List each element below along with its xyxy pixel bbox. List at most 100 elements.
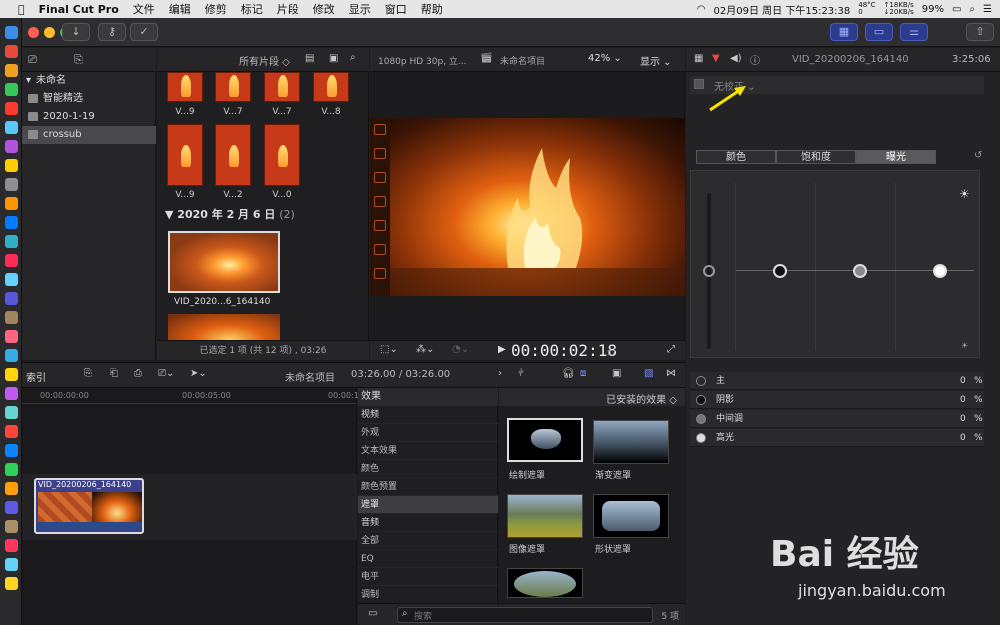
menubar-clock[interactable]: 02月09日 周日 下午15:23:38	[714, 2, 851, 17]
param-row-highlights[interactable]: 高光 0 %	[690, 429, 984, 447]
dock-app-icon[interactable]	[5, 577, 18, 590]
overwrite-icon[interactable]: ⎚⌄	[158, 368, 174, 379]
dock-app-icon[interactable]	[5, 216, 18, 229]
dock-app-icon[interactable]	[5, 273, 18, 286]
dock-app-icon[interactable]	[5, 83, 18, 96]
timecode-display[interactable]: 00:00:02:18	[511, 341, 617, 360]
dock-app-icon[interactable]	[5, 26, 18, 39]
param-value[interactable]: 0	[960, 410, 966, 428]
dock-app-icon[interactable]	[5, 197, 18, 210]
timeline[interactable]: 00:00:00:00 00:00:05:00 00:00:1 VID_2020…	[22, 388, 359, 625]
library-item-smart-collections[interactable]: 智能精选	[22, 90, 156, 108]
video-frame[interactable]	[390, 118, 685, 296]
skimming-icon[interactable]: ⫩	[518, 368, 524, 379]
share-button[interactable]: ⇧	[966, 23, 994, 41]
midtones-puck[interactable]	[853, 264, 867, 278]
clip-thumbnail[interactable]	[264, 72, 300, 102]
reset-icon[interactable]: ↺	[974, 150, 982, 161]
library-item-crossub[interactable]: crossub	[22, 126, 156, 144]
param-value[interactable]: 0	[960, 429, 966, 447]
category-modulation[interactable]: 调制	[358, 586, 498, 604]
dock-app-icon[interactable]	[5, 311, 18, 324]
effects-browser-icon[interactable]: ▧	[644, 368, 653, 379]
exposure-board[interactable]: ☀ ☀	[690, 170, 980, 358]
dock-app-icon[interactable]	[5, 539, 18, 552]
dock-app-icon[interactable]	[5, 406, 18, 419]
menu-modify[interactable]: 修改	[313, 1, 335, 17]
select-tool-icon[interactable]: ➤⌄	[190, 368, 207, 379]
menu-file[interactable]: 文件	[133, 1, 155, 17]
dock-app-icon[interactable]	[5, 64, 18, 77]
clip-thumbnail[interactable]	[215, 72, 251, 102]
param-row-midtones[interactable]: 中间调 0 %	[690, 410, 984, 428]
clip-filter-dropdown[interactable]: 所有片段 ◇	[239, 53, 290, 68]
category-looks[interactable]: 外观	[358, 424, 498, 442]
param-row-master[interactable]: 主 0 %	[690, 372, 984, 390]
speed-icon[interactable]: ◔⌄	[452, 344, 469, 355]
libraries-icon[interactable]: ⎚	[28, 53, 37, 67]
insert-icon[interactable]: ⎗	[110, 368, 118, 379]
view-dropdown[interactable]: 显示 ⌄	[640, 53, 672, 68]
dock-app-icon[interactable]	[5, 235, 18, 248]
library-item-event-2020-1-19[interactable]: 2020-1-19	[22, 108, 156, 126]
video-inspector-icon[interactable]: ▦	[694, 53, 703, 64]
dock-app-icon[interactable]	[5, 463, 18, 476]
audio-skimming-icon[interactable]: ⧈	[580, 368, 586, 379]
dock-app-icon[interactable]	[5, 501, 18, 514]
dock-app-icon[interactable]	[5, 349, 18, 362]
battery-icon[interactable]: ▭	[952, 4, 961, 15]
menu-mark[interactable]: 标记	[241, 1, 263, 17]
sidebar-toggle-icon[interactable]: ▭	[368, 608, 377, 619]
correction-checkbox[interactable]	[694, 79, 704, 89]
clip-thumbnail[interactable]	[215, 124, 251, 186]
dock-app-icon[interactable]	[5, 387, 18, 400]
clip-appearance-icon[interactable]: ▣	[612, 368, 621, 379]
highlights-puck[interactable]	[933, 264, 947, 278]
category-color[interactable]: 颜色	[358, 460, 498, 478]
timeline-clip[interactable]: VID_20200206_164140	[34, 478, 144, 534]
color-inspector-icon[interactable]: ▼	[712, 53, 720, 64]
category-levels[interactable]: 电平	[358, 568, 498, 586]
transitions-icon[interactable]: ⋈	[666, 368, 676, 379]
next-icon[interactable]: ›	[498, 368, 502, 379]
library-item-untitled[interactable]: ▾ 未命名	[22, 72, 156, 90]
dock-app-icon[interactable]	[5, 444, 18, 457]
menu-window[interactable]: 窗口	[385, 1, 407, 17]
selected-clip-thumbnail[interactable]	[168, 231, 280, 293]
effect-gradient-mask[interactable]	[593, 420, 669, 464]
transform-icon[interactable]: ⬚⌄	[380, 344, 398, 355]
play-button[interactable]: ▶	[498, 344, 506, 355]
keyword-button[interactable]: ⚷	[98, 23, 126, 41]
global-exposure-puck[interactable]	[703, 265, 715, 277]
dock-app-icon[interactable]	[5, 45, 18, 58]
clip-thumbnail[interactable]	[167, 124, 203, 186]
audio-inspector-icon[interactable]: ◀)	[730, 53, 742, 64]
dock-app-icon[interactable]	[5, 102, 18, 115]
tab-color[interactable]: 颜色	[696, 150, 776, 164]
dock-app-icon[interactable]	[5, 425, 18, 438]
installed-effects-dropdown[interactable]: 已安装的效果 ◇	[606, 391, 677, 406]
minimize-window-icon[interactable]	[44, 27, 55, 38]
index-button[interactable]: 索引	[26, 369, 46, 384]
event-date-group[interactable]: ▼ 2020 年 2 月 6 日 (2)	[165, 206, 295, 222]
info-inspector-icon[interactable]: ⓘ	[750, 52, 760, 67]
effect-image-mask[interactable]	[507, 494, 583, 538]
menu-trim[interactable]: 修剪	[205, 1, 227, 17]
category-color-presets[interactable]: 颜色预置	[358, 478, 498, 496]
clip-appearance-icon[interactable]: ▤	[305, 53, 314, 64]
battery-percent[interactable]: 99%	[922, 4, 944, 15]
app-menu[interactable]: Final Cut Pro	[39, 3, 119, 16]
dock-app-icon[interactable]	[5, 482, 18, 495]
effect-draw-mask[interactable]	[507, 418, 583, 462]
dock-app-icon[interactable]	[5, 121, 18, 134]
effect-shape-mask[interactable]	[593, 494, 669, 538]
clip-thumbnail[interactable]	[168, 314, 280, 340]
tab-exposure[interactable]: 曝光	[856, 150, 936, 164]
category-all[interactable]: 全部	[358, 532, 498, 550]
param-row-shadows[interactable]: 阴影 0 %	[690, 391, 984, 409]
search-icon[interactable]: ⌕	[350, 52, 356, 63]
show-timeline-button[interactable]: ▭	[865, 23, 893, 41]
show-inspector-button[interactable]: ⚌	[900, 23, 928, 41]
headphones-icon[interactable]: 🎧︎	[562, 368, 575, 379]
append-icon[interactable]: ⎙	[134, 368, 142, 379]
